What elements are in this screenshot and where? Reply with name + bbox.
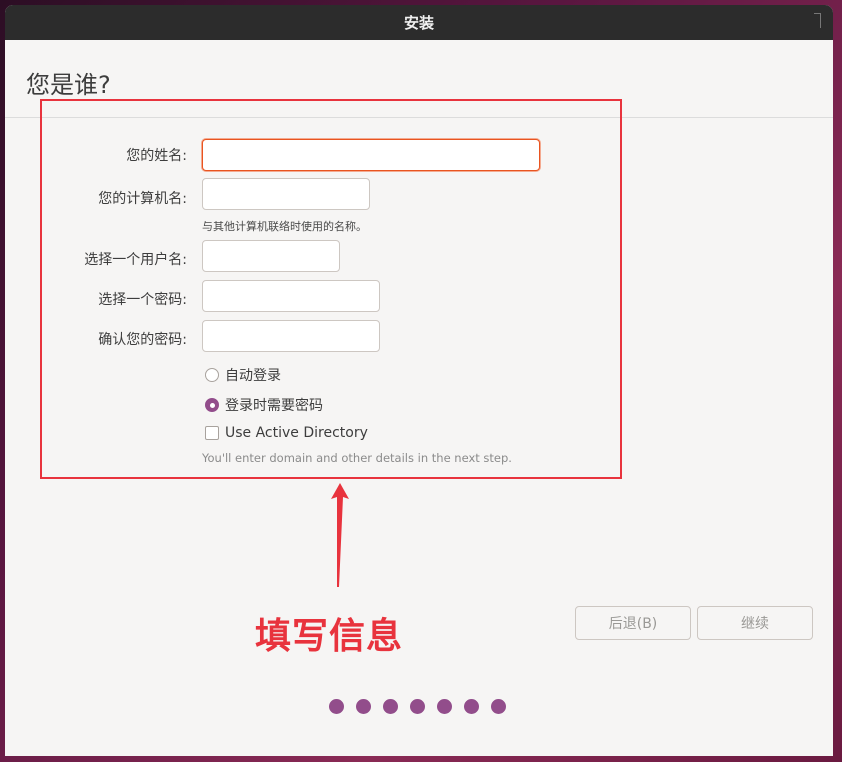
confirm-password-label: 确认您的密码: [98,332,187,348]
page-title: 您是谁? [26,71,111,99]
require-password-label: 登录时需要密码 [225,398,323,414]
window-title: 安装 [403,14,434,32]
require-password-radio[interactable] [205,398,219,412]
continue-button[interactable]: 继续 [697,606,813,640]
active-directory-option[interactable]: Use Active Directory [205,425,368,441]
computer-name-hint: 与其他计算机联络时使用的名称。 [202,220,367,233]
annotation-label: 填写信息 [255,616,404,657]
active-directory-checkbox[interactable] [205,426,219,440]
progress-dot [491,699,506,714]
progress-dots [329,699,518,714]
username-input[interactable] [202,240,340,272]
active-directory-hint: You'll enter domain and other details in… [202,451,512,465]
computer-name-input[interactable] [202,178,370,210]
progress-dot [356,699,371,714]
installer-window: 安装 您是谁? 您的姓名: 您的计算机名: 与其他计算机联络时使用的名称。 选择… [5,5,833,756]
progress-dot [410,699,425,714]
progress-dot [437,699,452,714]
progress-dot [464,699,479,714]
require-password-option[interactable]: 登录时需要密码 [205,395,323,415]
name-label: 您的姓名: [126,148,187,164]
name-input[interactable] [202,139,540,171]
window-corner-icon [814,13,821,28]
progress-dot [383,699,398,714]
password-input[interactable] [202,280,380,312]
password-label: 选择一个密码: [98,292,187,308]
progress-dot [329,699,344,714]
back-button[interactable]: 后退(B) [575,606,691,640]
title-bar: 安装 [5,5,833,40]
auto-login-label: 自动登录 [225,368,281,384]
auto-login-option[interactable]: 自动登录 [205,365,281,385]
auto-login-radio[interactable] [205,368,219,382]
confirm-password-input[interactable] [202,320,380,352]
active-directory-label: Use Active Directory [225,425,368,441]
username-label: 选择一个用户名: [84,252,187,268]
computer-name-label: 您的计算机名: [98,191,187,207]
annotation-arrow-icon [331,483,349,587]
